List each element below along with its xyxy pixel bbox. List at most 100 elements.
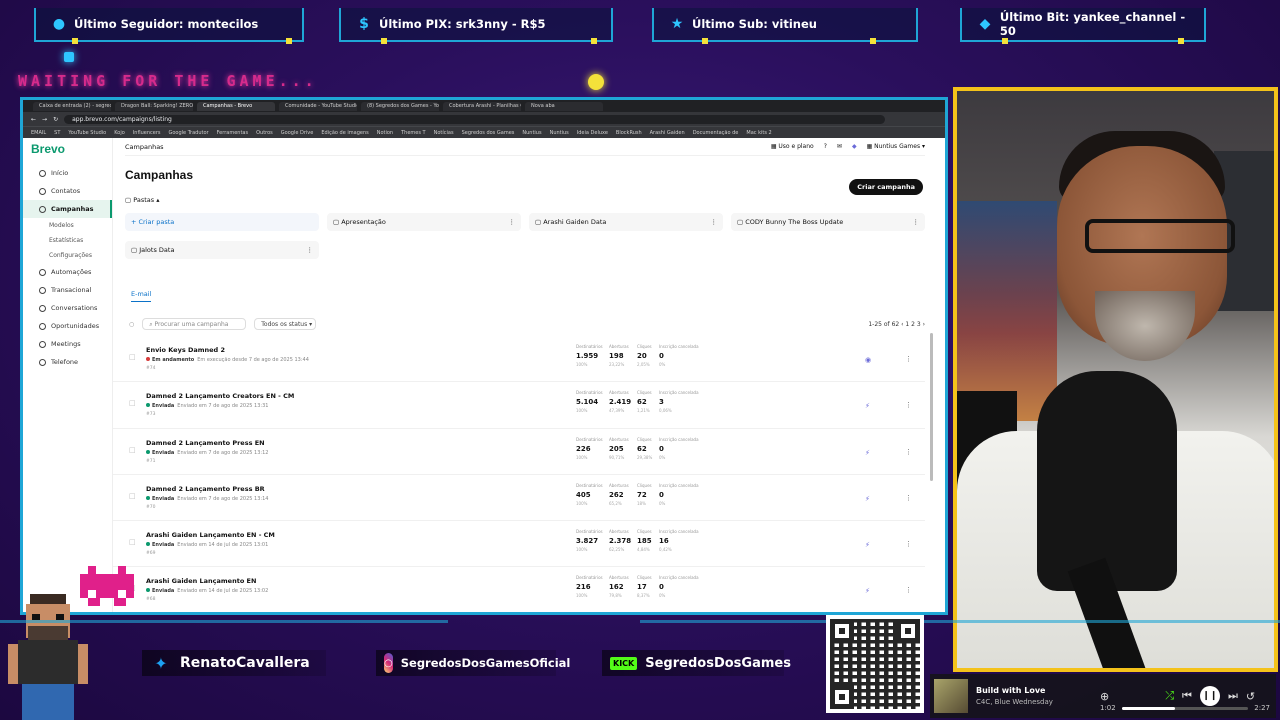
sidebar-item-transacional[interactable]: Transacional [23, 281, 112, 299]
bookmark-item[interactable]: Arashi Gaiden [650, 130, 685, 136]
sidebar-item-oportunidades[interactable]: Oportunidades [23, 317, 112, 335]
sidebar-item-campanhas[interactable]: Campanhas [23, 200, 112, 218]
pause-button[interactable]: ❙❙ [1199, 686, 1220, 706]
tab-email[interactable]: E-mail [131, 290, 152, 302]
campaign-name[interactable]: Damned 2 Lançamento Creators EN - CM [146, 392, 294, 400]
create-folder-button[interactable]: + Criar pasta [125, 213, 319, 231]
folder-item[interactable]: ▢ Arashi Gaiden Data ⋮ [529, 213, 723, 231]
row-menu-icon[interactable]: ⋮ [905, 355, 912, 363]
campaign-name[interactable]: Envio Keys Damned 2 [146, 346, 225, 354]
row-menu-icon[interactable]: ⋮ [905, 540, 912, 548]
campaign-name[interactable]: Arashi Gaiden Lançamento EN - CM [146, 531, 275, 539]
help-icon[interactable]: ? [824, 143, 827, 150]
bookmark-item[interactable]: Edição de imagens [321, 130, 368, 136]
bookmark-item[interactable]: Google Tradutor [169, 130, 209, 136]
search-input[interactable]: ⌕ Procurar uma campanha [142, 318, 247, 330]
create-campaign-button[interactable]: Criar campanha [849, 179, 923, 195]
row-checkbox[interactable]: □ [129, 492, 136, 500]
browser-tab[interactable]: Dragon Ball: Sparking! ZERO [115, 101, 193, 111]
select-all-checkbox[interactable]: ○ [129, 321, 134, 328]
bookmark-item[interactable]: Google Drive [281, 130, 314, 136]
campaign-name[interactable]: Damned 2 Lançamento Press EN [146, 439, 265, 447]
row-checkbox[interactable]: □ [129, 446, 136, 454]
campaign-row[interactable]: □ Envio Keys Damned 2 Em andamento Em execu… [113, 336, 925, 383]
sidebar-item-contatos[interactable]: Contatos [23, 182, 112, 200]
bookmark-item[interactable]: Kojo [114, 130, 125, 136]
pagination[interactable]: 1-25 of 62 ‹ 1 2 3 › [868, 321, 925, 328]
forward-icon[interactable]: → [42, 116, 47, 123]
kebab-icon[interactable]: ⋮ [913, 218, 920, 226]
apps-icon[interactable]: ◆ [852, 143, 857, 150]
row-checkbox[interactable]: □ [129, 538, 136, 546]
campaign-row[interactable]: □ Arashi Gaiden Lançamento EN - CM Enviada… [113, 521, 925, 568]
reload-icon[interactable]: ↻ [53, 116, 58, 123]
report-icon[interactable]: ⚡ [865, 449, 870, 457]
campaign-row[interactable]: □ Damned 2 Lançamento Press EN Enviada Envi… [113, 429, 925, 475]
row-menu-icon[interactable]: ⋮ [905, 401, 912, 409]
plan-link[interactable]: ▦ Uso e plano [771, 143, 814, 150]
campaign-row[interactable]: □ Damned 2 Lançamento Creators EN - CM Env… [113, 382, 925, 429]
report-icon[interactable]: ⚡ [865, 587, 870, 595]
bookmark-item[interactable]: Ideia Deluxe [577, 130, 608, 136]
bookmark-item[interactable]: Notion [377, 130, 393, 136]
folder-item[interactable]: ▢ Jalots Data ⋮ [125, 241, 319, 259]
back-icon[interactable]: ← [31, 116, 36, 123]
campaign-row[interactable]: □Arashi Gaiden Lançamento ENEnviadaEnvia… [113, 567, 925, 612]
bookmark-item[interactable]: Segredos dos Games [462, 130, 515, 136]
progress-track[interactable] [1121, 706, 1249, 710]
sidebar-item-meetings[interactable]: Meetings [23, 335, 112, 353]
row-checkbox[interactable]: □ [129, 399, 136, 407]
bookmark-item[interactable]: Mac kits 2 [746, 130, 771, 136]
bell-icon[interactable]: ✉ [837, 143, 842, 150]
browser-tab[interactable]: Caixa de entrada (2) - segredos [33, 101, 111, 111]
sidebar-item-estat-sticas[interactable]: Estatísticas [23, 233, 112, 248]
browser-tab[interactable]: Campanhas - Brevo [197, 101, 275, 111]
row-checkbox[interactable]: □ [129, 353, 136, 361]
report-icon[interactable]: ⚡ [865, 495, 870, 503]
sidebar-item-automa-es[interactable]: Automações [23, 263, 112, 281]
row-menu-icon[interactable]: ⋮ [905, 586, 912, 594]
sidebar-item-modelos[interactable]: Modelos [23, 218, 112, 233]
campaign-name[interactable]: Arashi Gaiden Lançamento EN [146, 577, 256, 585]
bookmark-item[interactable]: Notícias [434, 130, 454, 136]
browser-tab[interactable]: Comunidade - YouTube Studio [279, 101, 357, 111]
bookmark-item[interactable]: BlockRush [616, 130, 642, 136]
bookmark-item[interactable]: Nuntius [522, 130, 541, 136]
folders-toggle[interactable]: ▢ Pastas ▴ [125, 196, 925, 204]
scrollbar[interactable] [930, 333, 933, 481]
row-menu-icon[interactable]: ⋮ [905, 494, 912, 502]
bookmark-item[interactable]: Nuntius [550, 130, 569, 136]
url-input[interactable]: app.brevo.com/campaigns/listing [64, 114, 885, 124]
brevo-logo[interactable]: Brevo [23, 142, 112, 156]
next-icon[interactable]: ⏭ [1228, 689, 1238, 703]
bookmark-item[interactable]: Documentação de [693, 130, 739, 136]
browser-tab[interactable]: (8) Segredos dos Games - Yo [361, 101, 439, 111]
campaign-row[interactable]: □ Damned 2 Lançamento Press BR Enviada Envi… [113, 475, 925, 522]
report-icon[interactable]: ⚡ [865, 402, 870, 410]
sidebar-item-configura-es[interactable]: Configurações [23, 248, 112, 263]
report-icon[interactable]: ◉ [865, 356, 871, 364]
browser-tab[interactable]: Cobertura Arashi - Planilhas G [443, 101, 521, 111]
kebab-icon[interactable]: ⋮ [711, 218, 718, 226]
status-filter[interactable]: Todos os status ▾ [254, 318, 317, 330]
campaign-name[interactable]: Damned 2 Lançamento Press BR [146, 485, 265, 493]
bookmark-item[interactable]: Ferramentas [217, 130, 249, 136]
folder-item[interactable]: ▢ Apresentação ⋮ [327, 213, 521, 231]
bookmark-item[interactable]: Influencers [133, 130, 161, 136]
bookmark-item[interactable]: ST [54, 130, 60, 136]
sidebar-item-in-cio[interactable]: Início [23, 164, 112, 182]
folder-item[interactable]: ▢ CODY Bunny The Boss Update ⋮ [731, 213, 925, 231]
kebab-icon[interactable]: ⋮ [509, 218, 516, 226]
bookmark-item[interactable]: EMAIL [31, 130, 46, 136]
bookmark-item[interactable]: Themes T [401, 130, 426, 136]
add-icon[interactable]: ⊕ [1100, 690, 1109, 703]
kebab-icon[interactable]: ⋮ [307, 246, 314, 254]
previous-icon[interactable]: ⏮ [1182, 689, 1192, 703]
account-menu[interactable]: ▦ Nuntius Games ▾ [867, 143, 925, 150]
shuffle-icon[interactable]: ⤮ [1165, 689, 1174, 703]
report-icon[interactable]: ⚡ [865, 541, 870, 549]
playback-progress[interactable]: 1:02 2:27 [1100, 704, 1270, 712]
bookmark-item[interactable]: Outros [256, 130, 273, 136]
sidebar-item-telefone[interactable]: Telefone [23, 353, 112, 371]
bookmark-item[interactable]: YouTube Studio [68, 130, 106, 136]
